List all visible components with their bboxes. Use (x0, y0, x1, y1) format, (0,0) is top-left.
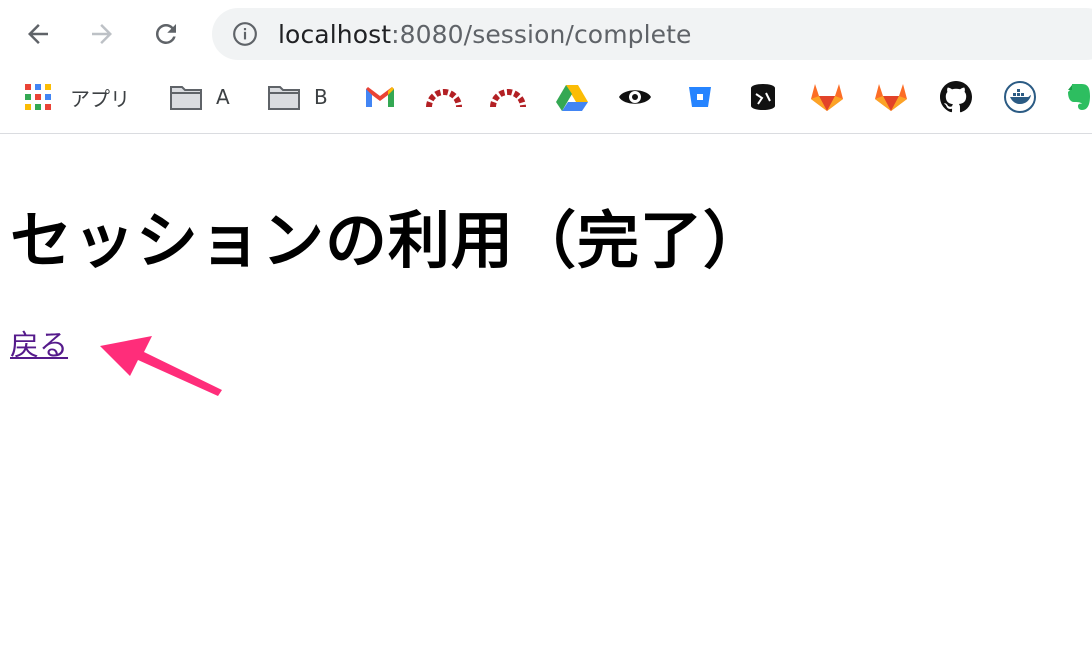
url-path: :8080/session/complete (391, 20, 692, 49)
back-icon[interactable] (18, 14, 58, 54)
annotation-arrow-icon (100, 336, 222, 396)
docker-icon[interactable] (1004, 81, 1036, 113)
github-icon[interactable] (940, 81, 972, 113)
bookmark-folder-b[interactable]: B (268, 82, 328, 112)
url-text[interactable]: localhost:8080/session/complete (278, 20, 692, 49)
browser-toolbar: localhost:8080/session/complete (0, 0, 1092, 68)
address-bar[interactable]: localhost:8080/session/complete (212, 8, 1092, 60)
bookmark-folder-a[interactable]: A (170, 82, 230, 112)
back-link[interactable]: 戻る (10, 322, 68, 364)
bookmark-apps-label: アプリ (70, 86, 130, 111)
bookmarks-bar: アプリ A B (0, 68, 1092, 134)
apps-grid-icon (25, 84, 51, 110)
evernote-icon[interactable] (1066, 82, 1092, 112)
gmail-icon[interactable] (364, 82, 396, 112)
redmine-icon[interactable] (490, 82, 526, 112)
bitbucket-icon[interactable] (688, 82, 712, 112)
bookmark-folder-a-label: A (216, 85, 230, 109)
folder-icon (268, 86, 300, 110)
url-host: localhost (278, 20, 392, 49)
page-title: セッションの利用（完了） (10, 204, 767, 277)
folder-icon (170, 86, 202, 110)
forward-icon[interactable] (82, 14, 122, 54)
bookmark-folder-b-label: B (314, 85, 328, 109)
bookmark-apps[interactable]: アプリ (24, 82, 130, 112)
google-drive-icon[interactable] (556, 82, 588, 112)
redmine-icon[interactable] (426, 82, 462, 112)
site-icon[interactable] (748, 82, 778, 112)
info-icon[interactable] (232, 21, 258, 47)
eye-icon[interactable] (618, 82, 652, 112)
reload-icon[interactable] (146, 14, 186, 54)
gitlab-icon[interactable] (810, 82, 844, 112)
gitlab-icon[interactable] (874, 82, 908, 112)
